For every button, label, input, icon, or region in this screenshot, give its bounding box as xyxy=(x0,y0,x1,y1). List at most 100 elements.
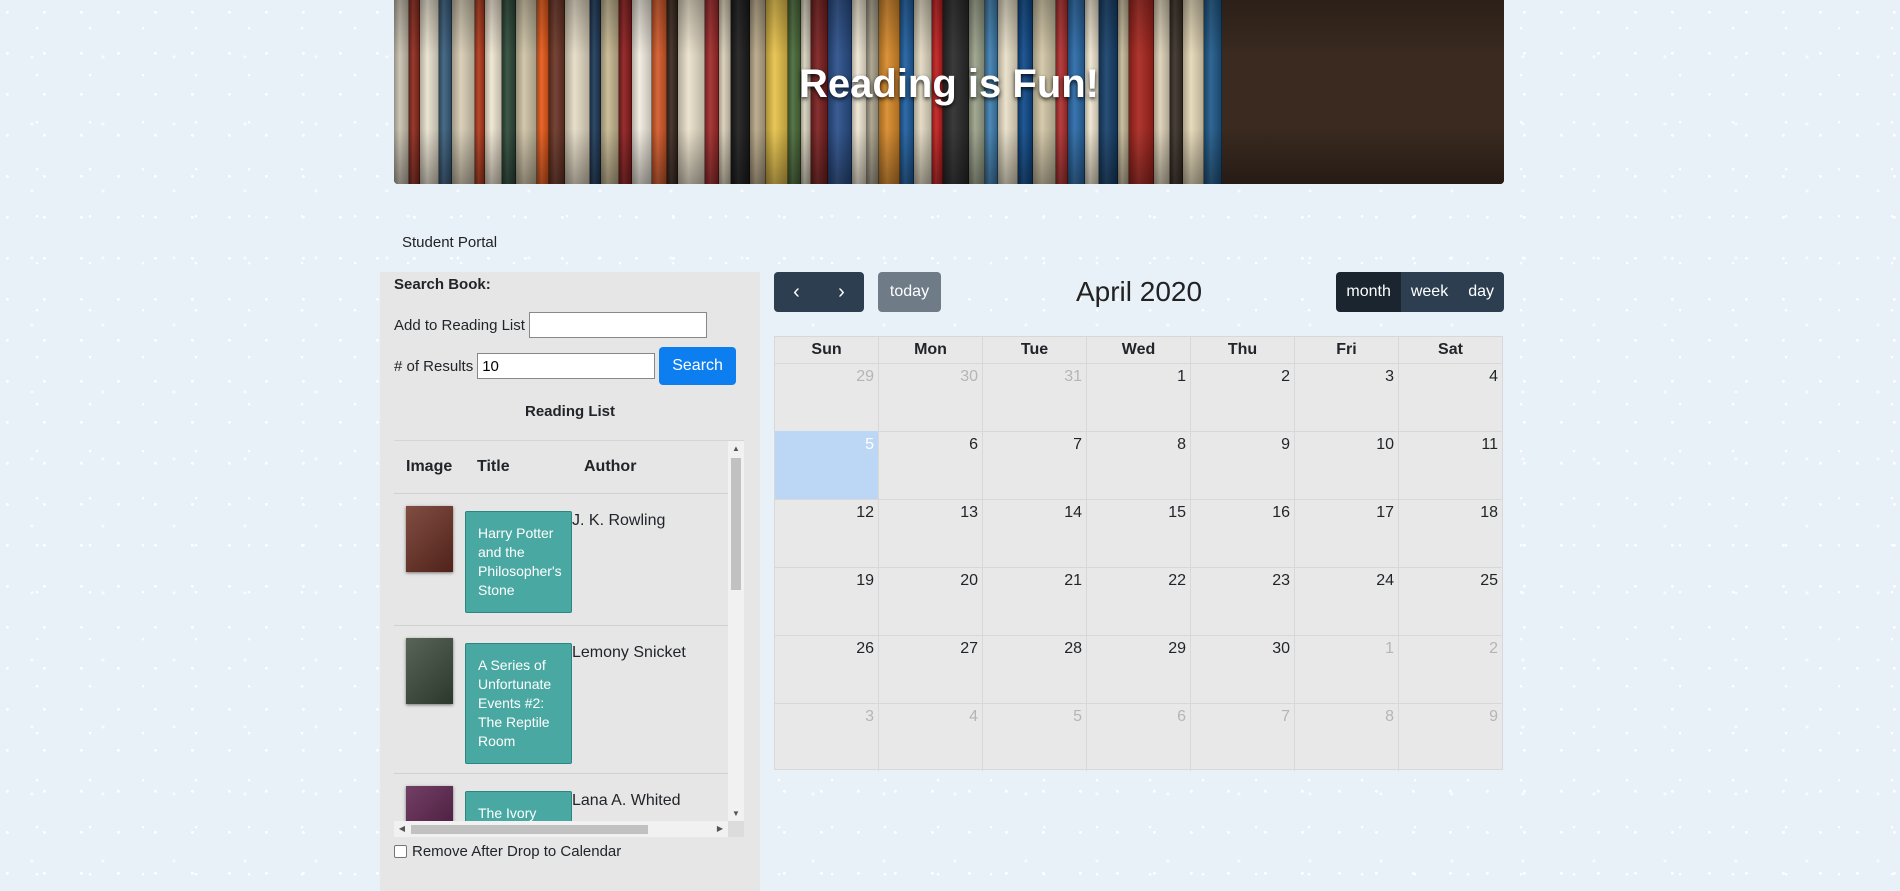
calendar-day-cell[interactable]: 27 xyxy=(879,635,983,703)
calendar-week-row: 3 4 5 6 7 8 9 xyxy=(775,703,1502,771)
calendar-day-cell[interactable]: 4 xyxy=(1399,363,1502,431)
draggable-book-title[interactable]: Harry Potter and the Philosopher's Stone xyxy=(465,511,572,613)
day-number: 18 xyxy=(1480,504,1498,521)
search-book-heading: Search Book: xyxy=(394,276,491,293)
day-view-button[interactable]: day xyxy=(1458,272,1504,312)
calendar-day-cell[interactable]: 9 xyxy=(1399,703,1502,771)
calendar-day-cell[interactable]: 24 xyxy=(1295,567,1399,635)
day-number: 14 xyxy=(1064,504,1082,521)
scroll-down-icon[interactable]: ▼ xyxy=(728,806,744,822)
results-count-input[interactable] xyxy=(477,353,656,379)
calendar-day-cell[interactable]: 20 xyxy=(879,567,983,635)
calendar-day-cell[interactable]: 17 xyxy=(1295,499,1399,567)
title-column-header: Title xyxy=(477,458,510,475)
next-month-button[interactable]: › xyxy=(819,272,864,312)
calendar-day-cell[interactable]: 30 xyxy=(1191,635,1295,703)
calendar-day-cell[interactable]: 16 xyxy=(1191,499,1295,567)
reading-list-heading: Reading List xyxy=(524,403,615,420)
calendar-day-cell[interactable]: 4 xyxy=(879,703,983,771)
calendar-day-cell[interactable]: 29 xyxy=(775,363,879,431)
remove-after-drop-row[interactable]: Remove After Drop to Calendar xyxy=(394,843,621,860)
calendar-day-cell[interactable]: 13 xyxy=(879,499,983,567)
day-number: 7 xyxy=(1281,708,1290,725)
calendar-day-cell[interactable]: 9 xyxy=(1191,431,1295,499)
calendar-day-cell[interactable]: 5 xyxy=(983,703,1087,771)
calendar-day-cell[interactable]: 1 xyxy=(1087,363,1191,431)
calendar-day-cell[interactable]: 28 xyxy=(983,635,1087,703)
calendar-day-cell[interactable]: 1 xyxy=(1295,635,1399,703)
dow-fri: Fri xyxy=(1295,337,1399,363)
calendar-day-cell[interactable]: 14 xyxy=(983,499,1087,567)
calendar-day-cell[interactable]: 31 xyxy=(983,363,1087,431)
calendar-day-cell[interactable]: 2 xyxy=(1399,635,1502,703)
calendar-day-cell[interactable]: 8 xyxy=(1295,703,1399,771)
calendar-day-cell[interactable]: 3 xyxy=(775,703,879,771)
scroll-right-icon[interactable]: ▶ xyxy=(712,821,728,837)
day-number: 1 xyxy=(1177,368,1186,385)
calendar-day-cell[interactable]: 15 xyxy=(1087,499,1191,567)
draggable-book-title[interactable]: A Series of Unfortunate Events #2: The R… xyxy=(465,643,572,764)
calendar-day-cell[interactable]: 26 xyxy=(775,635,879,703)
vertical-scroll-thumb[interactable] xyxy=(731,458,741,590)
prev-month-button[interactable]: ‹ xyxy=(774,272,819,312)
results-count-label: # of Results xyxy=(394,357,474,375)
calendar-day-cell[interactable]: 21 xyxy=(983,567,1087,635)
calendar-week-row: 26 27 28 29 30 1 2 xyxy=(775,635,1502,704)
calendar-day-cell[interactable]: 19 xyxy=(775,567,879,635)
book-author: Lemony Snicket xyxy=(572,644,686,661)
day-number: 3 xyxy=(865,708,874,725)
calendar-day-cell[interactable]: 12 xyxy=(775,499,879,567)
remove-after-drop-label: Remove After Drop to Calendar xyxy=(412,843,622,860)
calendar-day-cell[interactable]: 6 xyxy=(1087,703,1191,771)
week-view-button[interactable]: week xyxy=(1400,272,1459,312)
day-number: 2 xyxy=(1281,368,1290,385)
remove-after-drop-checkbox[interactable] xyxy=(394,845,407,858)
calendar-day-cell[interactable]: 25 xyxy=(1399,567,1502,635)
table-row: The Ivory Tower and Harry Potter Lana A.… xyxy=(394,774,728,822)
calendar-month-grid: Sun Mon Tue Wed Thu Fri Sat 29 30 31 1 2 3 4 5 6… xyxy=(774,336,1503,771)
day-number: 9 xyxy=(1281,436,1290,453)
day-number: 8 xyxy=(1177,436,1186,453)
calendar-day-cell[interactable]: 7 xyxy=(983,431,1087,499)
chevron-right-icon: › xyxy=(838,280,845,303)
day-number: 30 xyxy=(1272,640,1290,657)
calendar-day-cell[interactable]: 8 xyxy=(1087,431,1191,499)
day-number: 24 xyxy=(1376,572,1394,589)
calendar-day-cell[interactable]: 10 xyxy=(1295,431,1399,499)
calendar-day-cell[interactable]: 5 xyxy=(775,431,879,499)
calendar-day-cell[interactable]: 2 xyxy=(1191,363,1295,431)
calendar-day-cell[interactable]: 29 xyxy=(1087,635,1191,703)
month-view-button[interactable]: month xyxy=(1336,272,1401,312)
search-button[interactable]: Search xyxy=(659,347,736,385)
book-cover-image xyxy=(406,506,453,572)
day-number: 1 xyxy=(1385,640,1394,657)
calendar-day-cell[interactable]: 6 xyxy=(879,431,983,499)
calendar-day-cell[interactable]: 18 xyxy=(1399,499,1502,567)
calendar-nav: ‹ › xyxy=(774,272,864,312)
day-number: 31 xyxy=(1064,368,1082,385)
day-number: 16 xyxy=(1272,504,1290,521)
calendar-day-cell[interactable]: 23 xyxy=(1191,567,1295,635)
image-column-header: Image xyxy=(406,458,453,475)
day-number: 27 xyxy=(960,640,978,657)
calendar-day-cell[interactable]: 11 xyxy=(1399,431,1502,499)
dow-thu: Thu xyxy=(1191,337,1295,363)
chevron-left-icon: ‹ xyxy=(793,280,800,303)
vertical-scrollbar[interactable]: ▲ ▼ xyxy=(728,441,744,822)
horizontal-scroll-thumb[interactable] xyxy=(411,825,648,834)
today-button[interactable]: today xyxy=(878,272,941,312)
dow-mon: Mon xyxy=(879,337,983,363)
day-number: 30 xyxy=(960,368,978,385)
day-number: 4 xyxy=(1489,368,1498,385)
day-number: 23 xyxy=(1272,572,1290,589)
reading-list-table[interactable]: Image Title Author Harry Potter and the … xyxy=(394,440,744,822)
calendar-day-cell[interactable]: 3 xyxy=(1295,363,1399,431)
calendar-day-cell[interactable]: 30 xyxy=(879,363,983,431)
horizontal-scrollbar[interactable]: ◀ ▶ xyxy=(394,821,728,837)
draggable-book-title[interactable]: The Ivory Tower and Harry Potter xyxy=(465,791,572,822)
scroll-up-icon[interactable]: ▲ xyxy=(728,441,744,457)
calendar-day-cell[interactable]: 7 xyxy=(1191,703,1295,771)
scroll-left-icon[interactable]: ◀ xyxy=(394,821,410,837)
book-search-input[interactable] xyxy=(528,312,707,338)
calendar-day-cell[interactable]: 22 xyxy=(1087,567,1191,635)
